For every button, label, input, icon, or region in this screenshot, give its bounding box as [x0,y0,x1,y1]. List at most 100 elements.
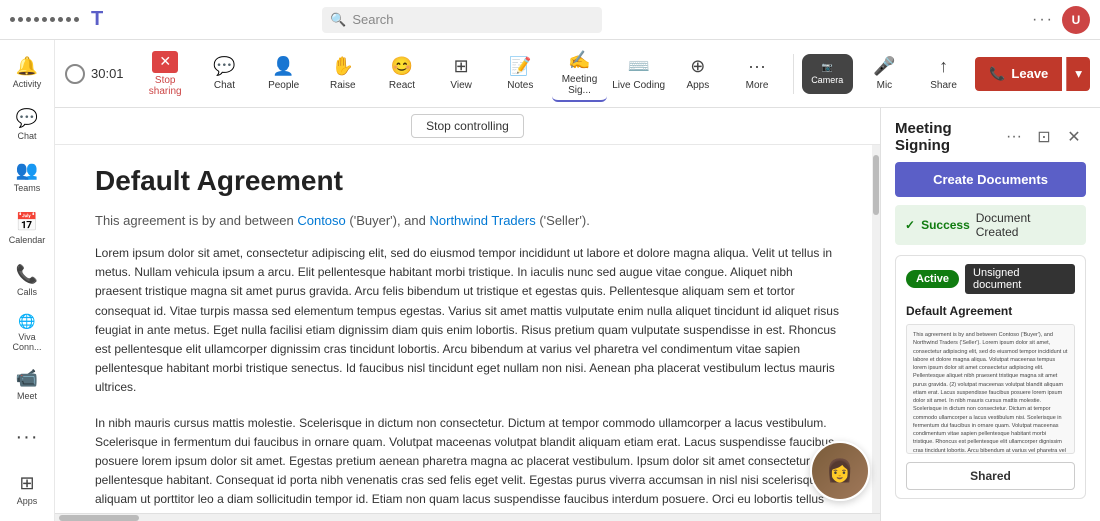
calls-icon: 📞 [16,264,38,285]
create-documents-button[interactable]: Create Documents [895,162,1086,197]
panel-title: Meeting Signing [895,120,996,154]
sidebar-label-chat: Chat [17,131,36,141]
share-label: Share [930,80,957,91]
sidebar-item-meet[interactable]: 📹 Meet [3,360,51,408]
app-grid-icon[interactable] [10,17,79,22]
document-preview: This agreement is by and between Contoso… [906,324,1075,454]
document-body: Lorem ipsum dolor sit amet, consectetur … [95,244,840,513]
document-scroll: Default Agreement This agreement is by a… [55,145,880,513]
panel-header: Meeting Signing ··· ⊡ ✕ [881,108,1100,162]
mic-label: Mic [877,80,893,91]
top-bar: T 🔍 Search ··· U [0,0,1100,40]
sidebar-label-viva: Viva Conn... [3,332,51,352]
shared-button[interactable]: Shared [906,462,1075,490]
chat-label: Chat [214,80,235,91]
contoso-name: Contoso [297,213,345,228]
document-area: Stop controlling Default Agreement This … [55,108,880,521]
stop-controlling-bar: Stop controlling [55,108,880,145]
leave-button[interactable]: 📞 Leave [975,57,1062,91]
sidebar-label-calendar: Calendar [9,235,46,245]
doc-preview-text: This agreement is by and between Contoso… [913,331,1068,454]
activity-icon: 🔔 [16,56,38,77]
live-coding-icon: ⌨️ [627,56,649,77]
document-subtitle: This agreement is by and between Contoso… [95,213,840,228]
search-icon: 🔍 [330,12,346,28]
phone-icon: 📞 [989,66,1005,82]
meet-icon: 📹 [16,368,38,389]
notes-icon: 📝 [509,56,531,77]
notes-label: Notes [507,80,533,91]
success-check-icon: ✓ [905,218,915,232]
leave-label: Leave [1011,66,1048,81]
people-button[interactable]: 👤 People [256,46,311,102]
panel-more-button[interactable]: ··· [1002,125,1026,149]
sidebar-item-activity[interactable]: 🔔 Activity [3,48,51,96]
timer-circle [65,64,85,84]
participant-avatar: 👩 [810,441,870,501]
calendar-icon: 📅 [16,212,38,233]
sidebar-item-teams[interactable]: 👥 Teams [3,152,51,200]
main-layout: 🔔 Activity 💬 Chat 👥 Teams 📅 Calendar 📞 C… [0,40,1100,521]
meeting-sig-label: Meeting Sig... [552,74,607,96]
user-avatar[interactable]: U [1062,6,1090,34]
share-icon: ↑ [939,56,948,77]
content-wrapper: 30:01 ✕ Stop sharing 💬 Chat 👤 People ✋ R… [55,40,1100,521]
camera-button[interactable]: 📷 Camera [802,54,853,94]
horizontal-scrollbar[interactable] [55,513,880,521]
react-icon: 😊 [391,56,413,77]
apps-toolbar-button[interactable]: ⊕ Apps [670,46,725,102]
sidebar-label-apps: Apps [17,496,38,506]
top-bar-right: ··· U [1032,6,1090,34]
mic-button[interactable]: 🎤 Mic [857,46,912,102]
more-toolbar-button[interactable]: ··· More [729,46,784,102]
vertical-scrollbar[interactable] [872,145,880,513]
raise-button[interactable]: ✋ Raise [315,46,370,102]
h-scrollbar-thumb [59,515,139,521]
northwind-name: Northwind Traders [430,213,536,228]
chat-button[interactable]: 💬 Chat [197,46,252,102]
search-placeholder: Search [352,12,393,27]
sidebar-item-chat[interactable]: 💬 Chat [3,100,51,148]
share-button[interactable]: ↑ Share [916,46,971,102]
people-label: People [268,80,299,91]
meeting-sig-button[interactable]: ✍️ Meeting Sig... [552,46,607,102]
sidebar-item-viva[interactable]: 🌐 Viva Conn... [3,308,51,356]
more-toolbar-icon: ··· [748,56,766,77]
success-bar: ✓ Success Document Created [895,205,1086,245]
camera-label: Camera [811,75,843,85]
notes-button[interactable]: 📝 Notes [493,46,548,102]
scrollbar-thumb [873,155,879,215]
raise-icon: ✋ [332,56,354,77]
success-label: Success [921,218,970,232]
viva-icon: 🌐 [18,313,35,330]
sidebar-label-teams: Teams [14,183,41,193]
chat-icon: 💬 [16,108,38,129]
mic-icon: 🎤 [873,56,895,77]
apps-label: Apps [686,80,709,91]
panel-close-button[interactable]: ✕ [1062,125,1086,149]
more-label: More [746,80,769,91]
teams-logo: T [91,8,103,31]
stop-controlling-button[interactable]: Stop controlling [411,114,524,138]
stop-sharing-button[interactable]: ✕ Stop sharing [138,51,193,97]
react-label: React [389,80,415,91]
sidebar-item-calls[interactable]: 📞 Calls [3,256,51,304]
sidebar-label-meet: Meet [17,391,37,401]
sidebar-item-calendar[interactable]: 📅 Calendar [3,204,51,252]
view-button[interactable]: ⊞ View [434,46,489,102]
leave-dropdown-button[interactable]: ▾ [1066,57,1090,91]
panel-expand-button[interactable]: ⊡ [1032,125,1056,149]
doc-created-text: Document Created [976,211,1076,239]
meeting-sig-icon: ✍️ [568,50,590,71]
search-bar[interactable]: 🔍 Search [322,7,602,33]
sidebar-item-apps[interactable]: ⊞ Apps [3,465,51,513]
doc-card-header: Active Unsigned document [896,256,1085,302]
sidebar-item-more[interactable]: ··· [3,413,51,461]
more-options-icon[interactable]: ··· [1032,11,1054,29]
react-button[interactable]: 😊 React [374,46,429,102]
live-coding-button[interactable]: ⌨️ Live Coding [611,46,666,102]
unsigned-badge: Unsigned document [965,264,1075,294]
document-title: Default Agreement [95,165,840,197]
camera-icon: 📷 [822,62,833,73]
more-icon: ··· [16,426,39,449]
